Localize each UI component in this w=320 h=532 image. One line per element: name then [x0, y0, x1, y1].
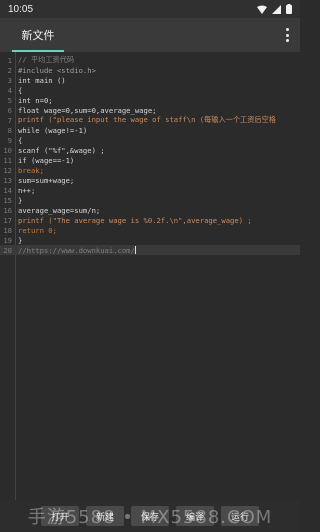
line-text: int n=0; — [18, 95, 53, 105]
line-text: float wage=0,sum=0,average_wage; — [18, 105, 157, 115]
line-number: 13 — [3, 175, 12, 185]
line-text: while (wage!=-1) — [18, 125, 88, 135]
code-line: 6 float wage=0,sum=0,average_wage; — [0, 105, 300, 115]
code-line: 14 n++; — [0, 185, 300, 195]
bottom-action-bar: 打开 新建 保存 编译 运行 — [0, 500, 300, 532]
line-text: } — [18, 235, 23, 245]
status-icons — [257, 4, 292, 14]
more-menu-icon[interactable] — [280, 26, 294, 44]
line-number: 7 — [7, 115, 12, 125]
save-button[interactable]: 保存 — [131, 506, 169, 526]
signal-icon — [272, 4, 281, 14]
code-line: 2 #include <stdio.h> — [0, 65, 300, 75]
code-line: 10 scanf ("%f",&wage) ; — [0, 145, 300, 155]
text-cursor — [134, 246, 136, 254]
line-number: 19 — [3, 235, 12, 245]
code-line: 18 return 0; — [0, 225, 300, 235]
open-button[interactable]: 打开 — [41, 506, 79, 526]
code-line: 5 int n=0; — [0, 95, 300, 105]
wifi-icon — [257, 5, 267, 14]
code-line: 12 break; — [0, 165, 300, 175]
line-number: 18 — [3, 225, 12, 235]
code-line: 15} — [0, 195, 300, 205]
line-text: average_wage=sum/n; — [18, 205, 101, 215]
status-bar: 10:05 — [0, 0, 300, 18]
new-button[interactable]: 新建 — [86, 506, 124, 526]
line-number: 1 — [7, 55, 12, 65]
run-button[interactable]: 运行 — [221, 506, 259, 526]
line-text: int main () — [18, 75, 66, 85]
line-text: { — [18, 85, 23, 95]
code-line: 9{ — [0, 135, 300, 145]
line-text: scanf ("%f",&wage) ; — [18, 145, 105, 155]
line-text: return 0; — [18, 225, 57, 235]
code-line: 13 sum=sum+wage; — [0, 175, 300, 185]
line-number: 8 — [7, 125, 12, 135]
line-number: 16 — [3, 205, 12, 215]
code-line: 1 // 平均工资代码 — [0, 55, 300, 65]
toolbar: 新文件 — [0, 18, 300, 52]
line-number: 11 — [3, 155, 12, 165]
code-line: 8 while (wage!=-1) — [0, 125, 300, 135]
code-line: 7 printf ("please input the wage of staff… — [0, 115, 300, 125]
line-text: n++; — [18, 185, 36, 195]
line-number: 3 — [7, 75, 12, 85]
line-text: //https://www.downkuai.com/ — [18, 245, 135, 255]
line-number: 20 — [3, 245, 12, 255]
tab-new-file[interactable]: 新文件 — [12, 18, 64, 52]
line-number: 6 — [7, 105, 12, 115]
line-text: { — [18, 135, 23, 145]
line-number: 2 — [7, 65, 12, 75]
code-editor[interactable]: 1 // 平均工资代码 2 #include <stdio.h> 3 int main… — [0, 52, 300, 500]
line-text: sum=sum+wage; — [18, 175, 75, 185]
code-line: 19} — [0, 235, 300, 245]
line-text: #include <stdio.h> — [18, 65, 96, 75]
code-line: 17 printf ("The average wage is %0.2f.\n"… — [0, 215, 300, 225]
battery-icon — [286, 4, 292, 14]
line-text: break; — [18, 165, 44, 175]
line-number: 14 — [3, 185, 12, 195]
compile-button[interactable]: 编译 — [176, 506, 214, 526]
line-text: } — [18, 195, 23, 205]
code-line: 11 if (wage==-1) — [0, 155, 300, 165]
line-number: 4 — [7, 85, 12, 95]
line-number: 10 — [3, 145, 12, 155]
line-number: 5 — [7, 95, 12, 105]
code-line: 3 int main () — [0, 75, 300, 85]
line-text: if (wage==-1) — [18, 155, 75, 165]
code-line-current: 20 //https://www.downkuai.com/ — [0, 245, 300, 255]
line-number: 9 — [7, 135, 12, 145]
status-time: 10:05 — [8, 3, 34, 15]
line-number: 15 — [3, 195, 12, 205]
line-text: printf ("The average wage is %0.2f.\n",a… — [18, 215, 252, 225]
line-number: 17 — [3, 215, 12, 225]
line-number: 12 — [3, 165, 12, 175]
line-text: // 平均工资代码 — [18, 55, 75, 64]
code-line: 16 average_wage=sum/n; — [0, 205, 300, 215]
code-line: 4{ — [0, 85, 300, 95]
line-text: printf ("please input the wage of staff\… — [18, 115, 276, 124]
